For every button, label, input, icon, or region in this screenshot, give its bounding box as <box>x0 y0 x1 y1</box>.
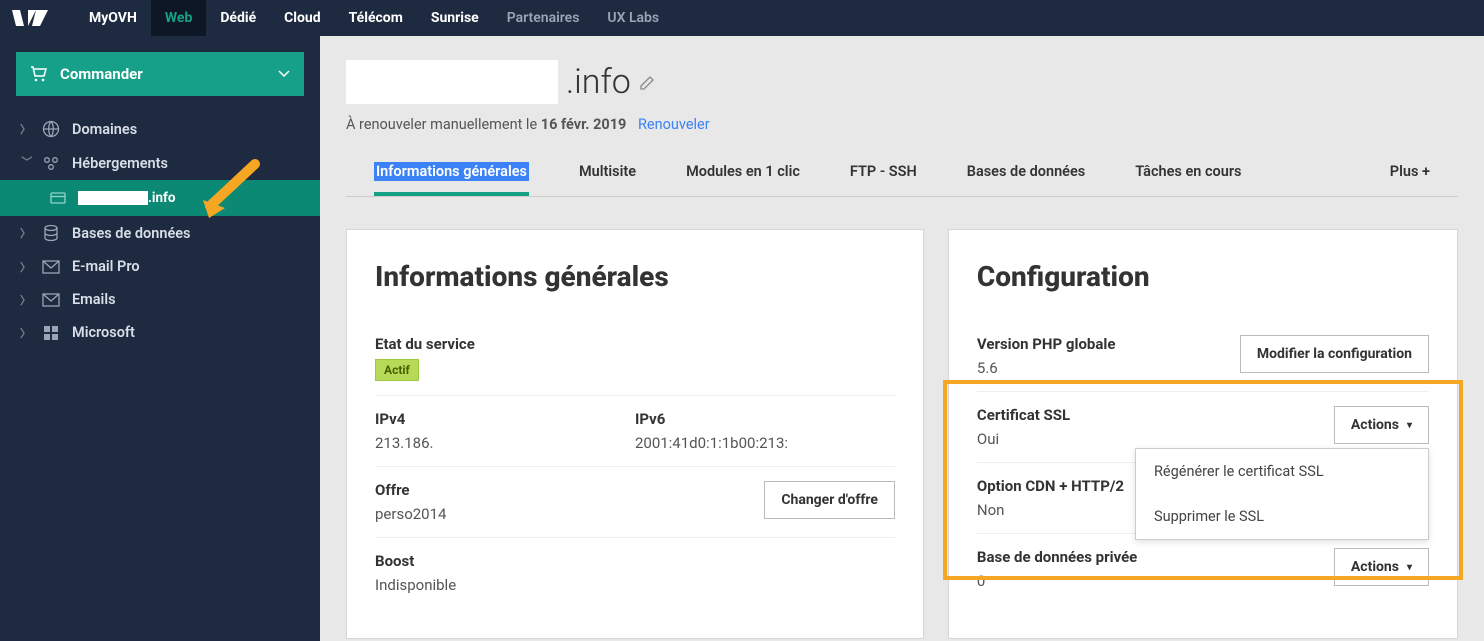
windows-icon <box>40 325 62 341</box>
field-label: Etat du service <box>375 335 895 353</box>
field-value-ssl: Oui <box>977 430 1070 448</box>
field-service-state: Etat du service Actif <box>375 321 895 395</box>
globe-icon <box>40 120 62 138</box>
field-label-boost: Boost <box>375 552 895 570</box>
content-area: .info À renouveler manuellement le 16 fé… <box>320 36 1484 641</box>
field-boost: Boost Indisponible <box>375 537 895 608</box>
top-nav: MyOVH Web Dédié Cloud Télécom Sunrise Pa… <box>0 0 1484 36</box>
sidebar-nav: 〉 Domaines 〉 Hébergements .info 〉 Bases … <box>16 112 304 349</box>
page-title: .info <box>346 60 1458 104</box>
field-value-boost: Indisponible <box>375 576 895 594</box>
field-label-ssl: Certificat SSL <box>977 406 1070 424</box>
field-php: Version PHP globale 5.6 Modifier la conf… <box>977 321 1429 391</box>
change-offer-button[interactable]: Changer d'offre <box>764 481 895 519</box>
field-ips: IPv4 213.186. IPv6 2001:41d0:1:1b00:213: <box>375 395 895 466</box>
chevron-right-icon: 〉 <box>20 225 34 241</box>
tab-ftpssh[interactable]: FTP - SSH <box>850 151 917 196</box>
subitem-suffix: .info <box>148 190 176 206</box>
nav-partenaires[interactable]: Partenaires <box>493 0 594 36</box>
sidebar-item-domaines[interactable]: 〉 Domaines <box>16 112 304 146</box>
mail-icon <box>40 260 62 274</box>
renew-prefix: À renouveler manuellement le <box>346 116 541 133</box>
tab-more[interactable]: Plus + <box>1390 151 1430 196</box>
chevron-right-icon: 〉 <box>20 325 34 341</box>
nav-web[interactable]: Web <box>151 0 206 36</box>
mail-icon <box>40 293 62 307</box>
menu-regenerate-ssl[interactable]: Régénérer le certificat SSL <box>1136 449 1428 494</box>
sidebar-item-hebergements[interactable]: 〉 Hébergements <box>16 146 304 180</box>
field-label-ipv4: IPv4 <box>375 410 635 428</box>
edit-icon[interactable] <box>639 73 657 91</box>
nav-sunrise[interactable]: Sunrise <box>417 0 493 36</box>
database-icon <box>40 224 62 242</box>
field-value-ipv6: 2001:41d0:1:1b00:213: <box>635 434 895 452</box>
chevron-right-icon: 〉 <box>20 121 34 137</box>
chevron-down-icon: 〉 <box>19 156 35 170</box>
redacted-title <box>346 60 558 104</box>
chevron-down-icon <box>278 70 290 78</box>
panel-configuration: Configuration Version PHP globale 5.6 Mo… <box>948 229 1458 639</box>
field-label-offer: Offre <box>375 481 446 499</box>
renew-link[interactable]: Renouveler <box>638 116 710 133</box>
sidebar-item-databases[interactable]: 〉 Bases de données <box>16 216 304 250</box>
status-badge-active: Actif <box>375 359 419 381</box>
field-value-php: 5.6 <box>977 359 1116 377</box>
menu-delete-ssl[interactable]: Supprimer le SSL <box>1136 494 1428 539</box>
card-icon <box>50 192 66 204</box>
panel-heading: Informations générales <box>375 260 895 293</box>
chevron-down-icon: ▾ <box>1407 420 1412 431</box>
chevron-down-icon: ▾ <box>1407 562 1412 573</box>
sidebar-label: Domaines <box>72 121 137 138</box>
ssl-actions-menu: Régénérer le certificat SSL Supprimer le… <box>1135 448 1429 540</box>
nav-myovh[interactable]: MyOVH <box>75 0 151 36</box>
sidebar-subitem-domain[interactable]: .info <box>0 180 320 216</box>
server-icon <box>40 154 62 172</box>
field-value-offer: perso2014 <box>375 505 446 523</box>
panel-general-info: Informations générales Etat du service A… <box>346 229 924 639</box>
field-label-ipv6: IPv6 <box>635 410 895 428</box>
ssl-actions-button[interactable]: Actions ▾ <box>1334 406 1429 444</box>
panel-heading: Configuration <box>977 260 1429 293</box>
tab-databases[interactable]: Bases de données <box>967 151 1086 196</box>
tab-general-info[interactable]: Informations générales <box>374 151 529 196</box>
renew-line: À renouveler manuellement le 16 févr. 20… <box>346 116 1458 133</box>
tabs: Informations générales Multisite Modules… <box>346 151 1458 197</box>
cart-icon <box>30 66 48 82</box>
tab-tasks[interactable]: Tâches en cours <box>1135 151 1241 196</box>
sidebar-label: Bases de données <box>72 225 191 242</box>
nav-uxlabs[interactable]: UX Labs <box>593 0 673 36</box>
dbpriv-actions-button[interactable]: Actions ▾ <box>1334 548 1429 586</box>
title-suffix: .info <box>566 62 631 102</box>
sidebar-label: E-mail Pro <box>72 258 140 275</box>
sidebar-label: Hébergements <box>72 155 168 172</box>
ovh-logo[interactable] <box>10 4 60 32</box>
nav-cloud[interactable]: Cloud <box>270 0 335 36</box>
sidebar-item-emailpro[interactable]: 〉 E-mail Pro <box>16 250 304 283</box>
sidebar-item-emails[interactable]: 〉 Emails <box>16 283 304 316</box>
chevron-right-icon: 〉 <box>20 292 34 308</box>
order-label: Commander <box>60 65 143 83</box>
sidebar-item-microsoft[interactable]: 〉 Microsoft <box>16 316 304 349</box>
renew-date: 16 févr. 2019 <box>541 116 627 133</box>
redacted-domain <box>78 191 148 205</box>
field-value-ipv4: 213.186. <box>375 434 635 452</box>
modify-config-button[interactable]: Modifier la configuration <box>1240 335 1429 373</box>
sidebar-label: Emails <box>72 291 116 308</box>
order-button[interactable]: Commander <box>16 52 304 96</box>
field-offer: Offre perso2014 Changer d'offre <box>375 466 895 537</box>
field-dbpriv: Base de données privée 0 Actions ▾ <box>977 533 1429 604</box>
field-value-dbpriv: 0 <box>977 572 1137 590</box>
chevron-right-icon: 〉 <box>20 259 34 275</box>
sidebar-label: Microsoft <box>72 324 135 341</box>
nav-telecom[interactable]: Télécom <box>335 0 417 36</box>
tab-modules[interactable]: Modules en 1 clic <box>686 151 800 196</box>
tab-multisite[interactable]: Multisite <box>579 151 636 196</box>
sidebar: Commander 〉 Domaines 〉 Hébergements .inf… <box>0 36 320 641</box>
field-label-php: Version PHP globale <box>977 335 1116 353</box>
field-label-dbpriv: Base de données privée <box>977 548 1137 566</box>
nav-dedie[interactable]: Dédié <box>206 0 270 36</box>
